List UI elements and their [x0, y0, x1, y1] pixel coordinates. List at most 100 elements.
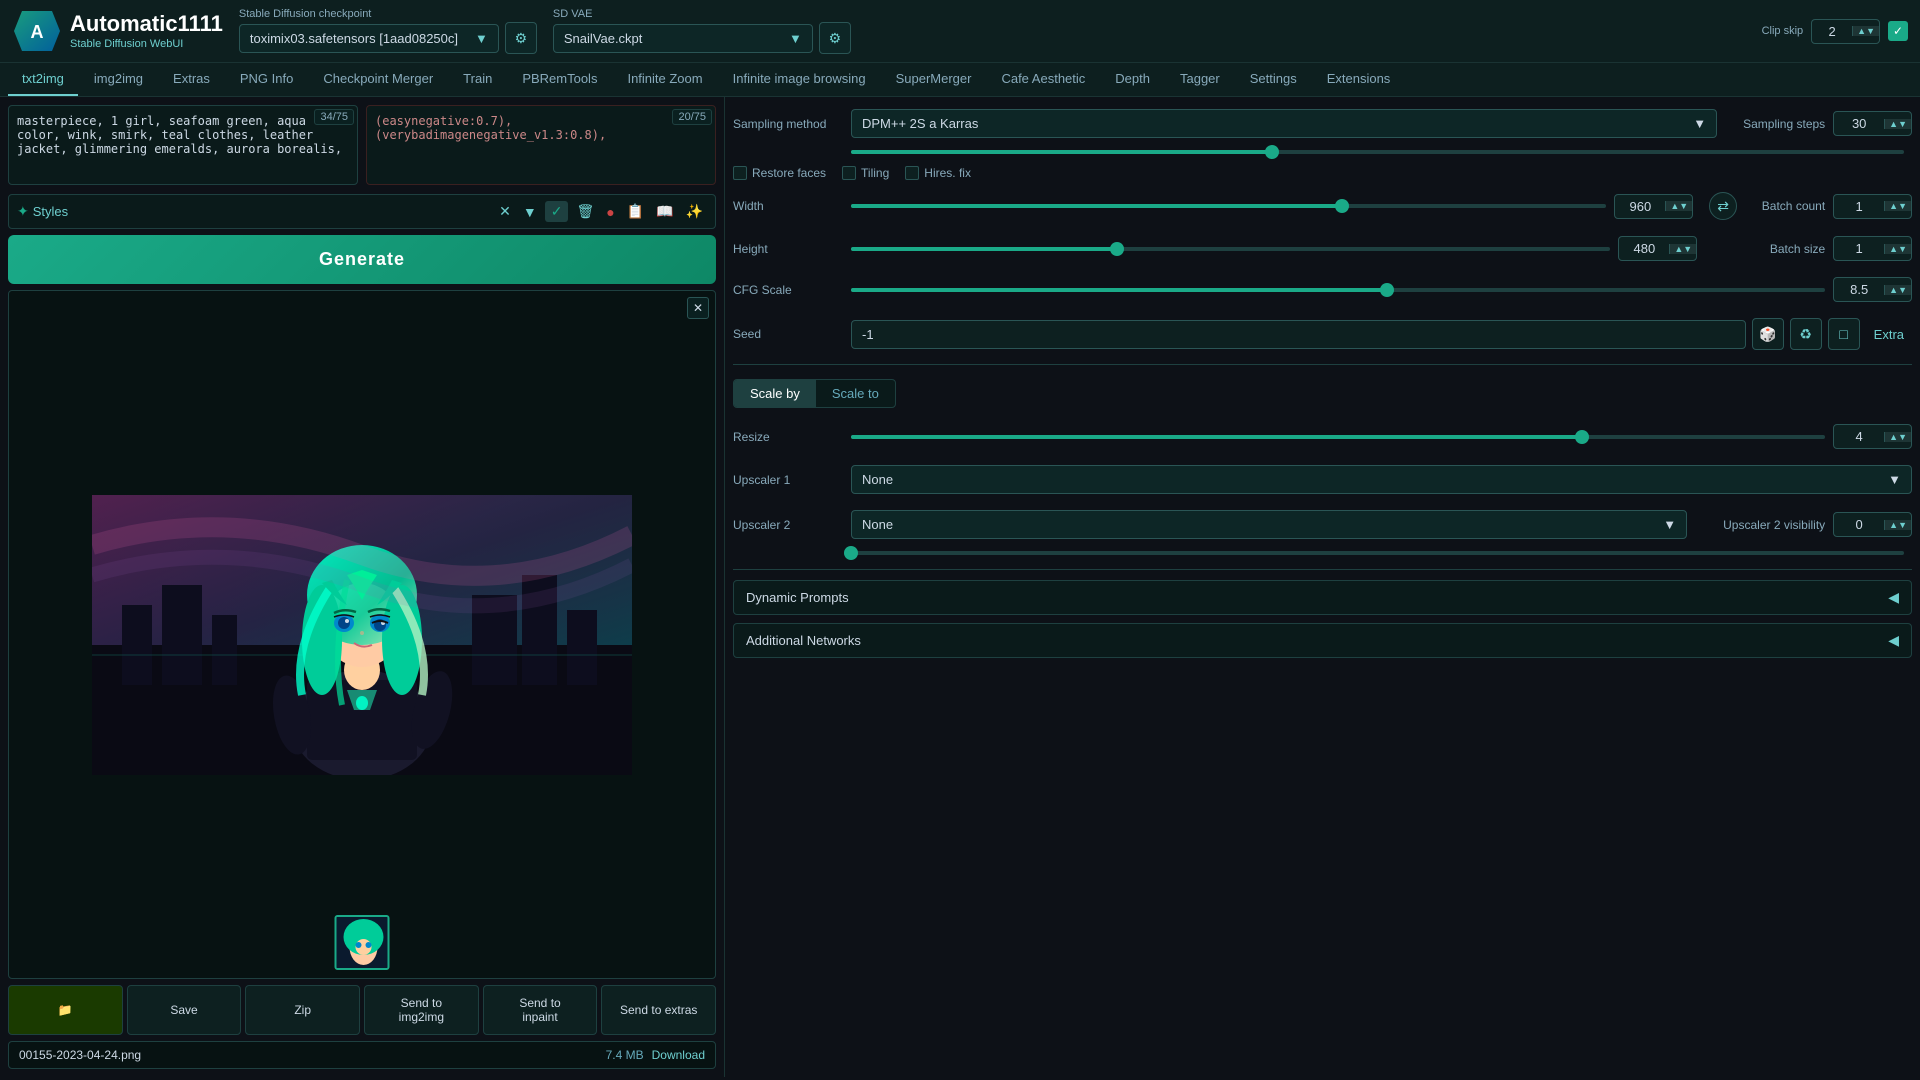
sampling-method-row: Sampling method DPM++ 2S a Karras ▼ Samp…: [733, 105, 1912, 142]
styles-paste-button[interactable]: 📋: [623, 201, 648, 222]
additional-networks-section[interactable]: Additional Networks ◀: [733, 623, 1912, 658]
folder-button[interactable]: 📁: [8, 985, 123, 1035]
styles-check-button[interactable]: ✓: [545, 201, 569, 222]
vae-dropdown[interactable]: SnailVae.ckpt ▼: [553, 24, 813, 53]
upscaler2-visibility-input[interactable]: [1834, 513, 1884, 536]
sampling-steps-stepper[interactable]: ▲▼: [1884, 119, 1911, 129]
upscaler2-slider[interactable]: [851, 551, 1904, 555]
bottom-action-buttons: 📁 Save Zip Send to img2img Send to inpai…: [8, 985, 716, 1035]
image-close-button[interactable]: ✕: [687, 297, 709, 319]
nav-pnginfo[interactable]: PNG Info: [226, 63, 307, 96]
download-link[interactable]: Download: [652, 1048, 705, 1062]
clip-checkbox[interactable]: ✓: [1888, 21, 1908, 41]
batch-count-stepper[interactable]: ▲▼: [1884, 201, 1911, 211]
height-stepper[interactable]: ▲▼: [1669, 244, 1696, 254]
cfg-scale-row: CFG Scale ▲▼: [733, 273, 1912, 306]
checkpoint-dropdown[interactable]: toximix03.safetensors [1aad08250c] ▼: [239, 24, 499, 53]
seed-extra-label[interactable]: Extra: [1866, 323, 1912, 346]
upscaler2-dropdown[interactable]: None ▼: [851, 510, 1687, 539]
tab-scale-to[interactable]: Scale to: [816, 380, 895, 407]
nav-infinite-browsing[interactable]: Infinite image browsing: [719, 63, 880, 96]
save-button[interactable]: Save: [127, 985, 242, 1035]
nav-depth[interactable]: Depth: [1101, 63, 1164, 96]
styles-input[interactable]: [74, 204, 489, 219]
sampling-method-dropdown[interactable]: DPM++ 2S a Karras ▼: [851, 109, 1717, 138]
thumbnail-0[interactable]: [335, 915, 390, 970]
nav-extras[interactable]: Extras: [159, 63, 224, 96]
batch-count-input[interactable]: [1834, 195, 1884, 218]
seed-controls: 🎲 ♻ □ Extra: [851, 318, 1912, 350]
nav-extensions[interactable]: Extensions: [1313, 63, 1405, 96]
styles-dropdown-button[interactable]: ▼: [519, 201, 541, 222]
resize-slider-thumb[interactable]: [1575, 430, 1589, 444]
nav-pbremtools[interactable]: PBRemTools: [508, 63, 611, 96]
nav-infinite-zoom[interactable]: Infinite Zoom: [613, 63, 716, 96]
width-input[interactable]: [1615, 195, 1665, 218]
upscaler2-visibility-box: ▲▼: [1833, 512, 1912, 537]
styles-sparkle-button[interactable]: ✨: [682, 201, 707, 222]
styles-trash-button[interactable]: 🗑: [572, 201, 598, 222]
sampling-steps-fill: [851, 150, 1272, 154]
negative-prompt-input[interactable]: [366, 105, 716, 185]
cfg-scale-thumb[interactable]: [1380, 283, 1394, 297]
dynamic-prompts-section[interactable]: Dynamic Prompts ◀: [733, 580, 1912, 615]
nav-supermerger[interactable]: SuperMerger: [882, 63, 986, 96]
hires-fix-checkbox[interactable]: Hires. fix: [905, 166, 971, 180]
nav-train[interactable]: Train: [449, 63, 506, 96]
sampling-steps-thumb[interactable]: [1265, 145, 1279, 159]
sampling-steps-input[interactable]: [1834, 112, 1884, 135]
sampling-steps-slider[interactable]: [851, 150, 1904, 154]
checkpoint-settings-icon[interactable]: ⚙: [505, 22, 537, 54]
seed-input[interactable]: [851, 320, 1746, 349]
batch-size-input[interactable]: [1834, 237, 1884, 260]
resize-slider[interactable]: [851, 435, 1825, 439]
width-stepper[interactable]: ▲▼: [1665, 201, 1692, 211]
upscaler2-thumb[interactable]: [844, 546, 858, 560]
resize-input[interactable]: [1834, 425, 1884, 448]
tab-scale-by[interactable]: Scale by: [734, 380, 816, 407]
batch-size-stepper[interactable]: ▲▼: [1884, 244, 1911, 254]
styles-red-button[interactable]: ●: [602, 201, 618, 222]
swap-dimensions-button[interactable]: ⇄: [1709, 192, 1737, 220]
cfg-scale-slider[interactable]: [851, 288, 1825, 292]
height-slider-thumb[interactable]: [1110, 242, 1124, 256]
styles-x-button[interactable]: ✕: [495, 201, 515, 222]
vae-arrow-icon: ▼: [789, 31, 802, 46]
send-inpaint-button[interactable]: Send to inpaint: [483, 985, 598, 1035]
generate-button[interactable]: Generate: [8, 235, 716, 284]
hires-fix-label: Hires. fix: [924, 166, 971, 180]
restore-faces-checkbox[interactable]: Restore faces: [733, 166, 826, 180]
nav-img2img[interactable]: img2img: [80, 63, 157, 96]
styles-book-button[interactable]: 📖: [652, 201, 677, 222]
options-checkboxes: Restore faces Tiling Hires. fix: [733, 166, 1912, 180]
width-slider-thumb[interactable]: [1335, 199, 1349, 213]
nav-tagger[interactable]: Tagger: [1166, 63, 1234, 96]
width-slider[interactable]: [851, 204, 1606, 208]
upscaler2-visibility-stepper[interactable]: ▲▼: [1884, 520, 1911, 530]
positive-prompt-box: 34/75: [8, 105, 358, 188]
cfg-scale-stepper[interactable]: ▲▼: [1884, 285, 1911, 295]
nav-cafe[interactable]: Cafe Aesthetic: [987, 63, 1099, 96]
seed-box-icon[interactable]: □: [1828, 318, 1860, 350]
vae-settings-icon[interactable]: ⚙: [819, 22, 851, 54]
seed-dice-icon[interactable]: 🎲: [1752, 318, 1784, 350]
clip-stepper[interactable]: ▲▼: [1852, 26, 1879, 36]
zip-button[interactable]: Zip: [245, 985, 360, 1035]
upscaler1-dropdown[interactable]: None ▼: [851, 465, 1912, 494]
send-img2img-button[interactable]: Send to img2img: [364, 985, 479, 1035]
positive-prompt-input[interactable]: [8, 105, 358, 185]
nav-settings[interactable]: Settings: [1236, 63, 1311, 96]
height-slider[interactable]: [851, 247, 1610, 251]
resize-stepper[interactable]: ▲▼: [1884, 432, 1911, 442]
nav-checkpoint-merger[interactable]: Checkpoint Merger: [309, 63, 447, 96]
seed-recycle-icon[interactable]: ♻: [1790, 318, 1822, 350]
tiling-checkbox[interactable]: Tiling: [842, 166, 889, 180]
vae-label: SD VAE: [553, 8, 851, 20]
cfg-scale-input[interactable]: [1834, 278, 1884, 301]
send-extras-button[interactable]: Send to extras: [601, 985, 716, 1035]
vae-field: SD VAE SnailVae.ckpt ▼ ⚙: [553, 8, 851, 54]
clip-input[interactable]: [1812, 20, 1852, 43]
height-input[interactable]: [1619, 237, 1669, 260]
nav-txt2img[interactable]: txt2img: [8, 63, 78, 96]
logo-area: A Automatic1111 Stable Diffusion WebUI: [12, 6, 223, 56]
